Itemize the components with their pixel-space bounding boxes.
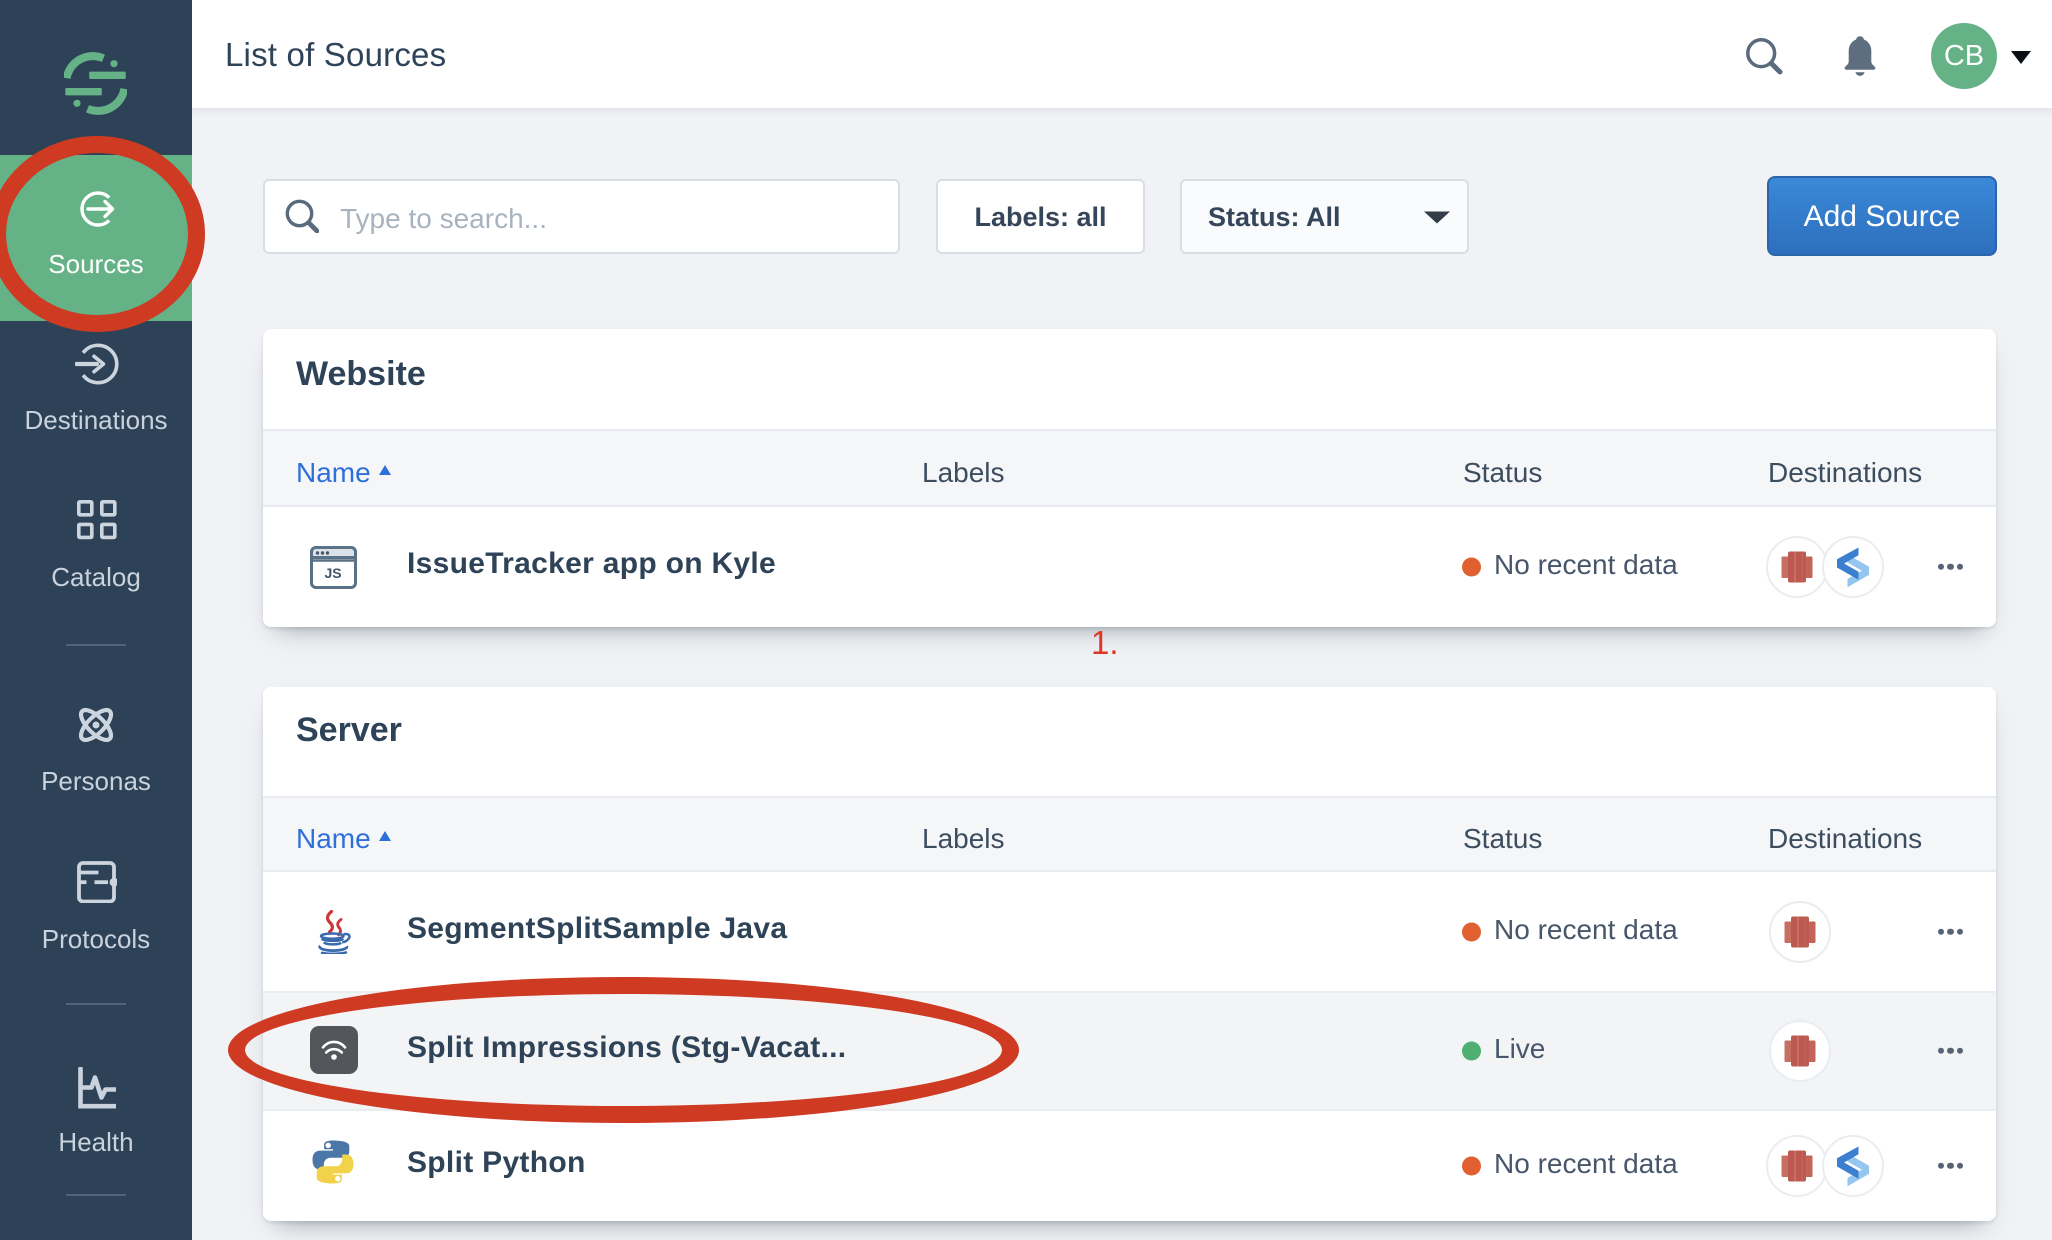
svg-text:JS: JS: [324, 565, 341, 581]
